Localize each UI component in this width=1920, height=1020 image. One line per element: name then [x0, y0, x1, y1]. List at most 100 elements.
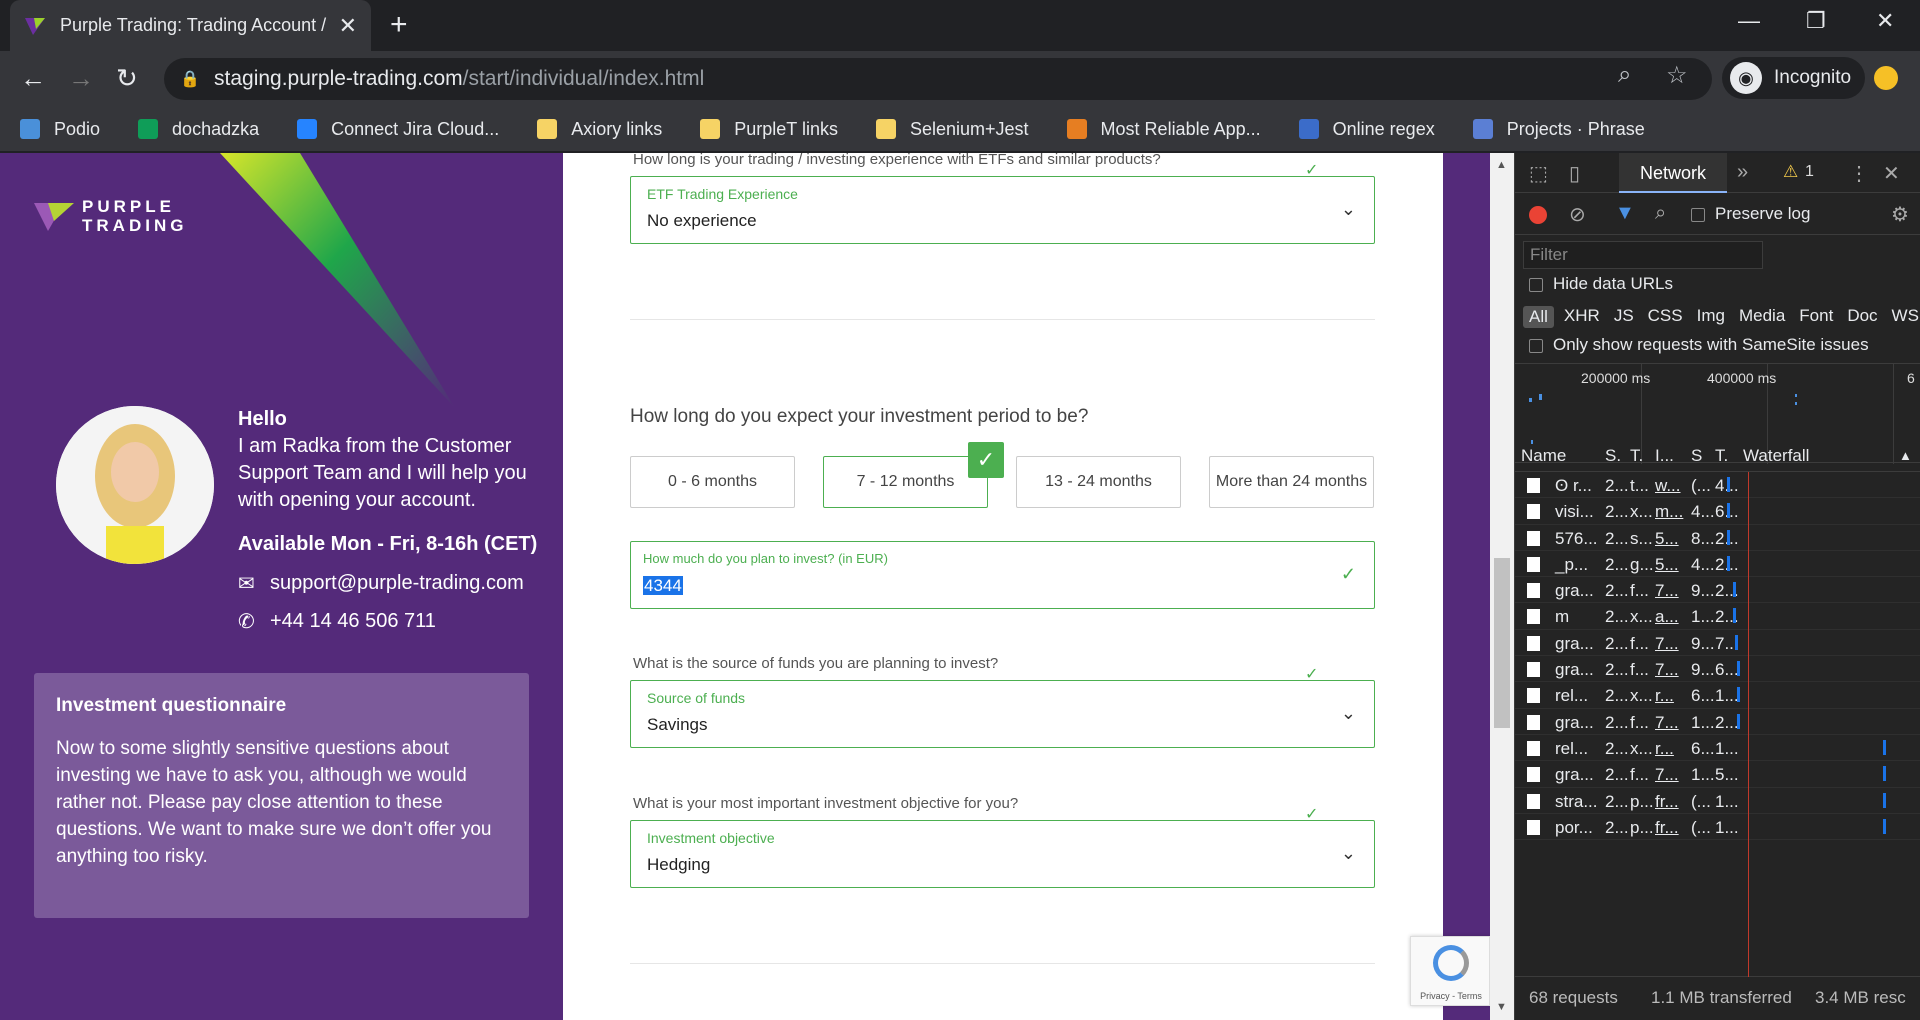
phone-link[interactable]: +44 14 46 506 711: [270, 610, 436, 633]
col-initiator[interactable]: I...: [1655, 446, 1674, 466]
table-row[interactable]: rel... 2... x... r... 6... 1...: [1515, 682, 1920, 709]
warning-count[interactable]: 1: [1805, 163, 1814, 181]
type-filter-media[interactable]: Media: [1739, 306, 1785, 328]
record-icon[interactable]: [1529, 206, 1547, 224]
recaptcha-badge[interactable]: Privacy - Terms: [1410, 936, 1490, 1006]
col-type[interactable]: T.: [1630, 446, 1643, 466]
objective-select[interactable]: Investment objective Hedging ⌄: [630, 820, 1375, 888]
email-contact[interactable]: ✉ support@purple-trading.com: [238, 571, 524, 596]
minimize-icon[interactable]: —: [1738, 8, 1760, 34]
col-size[interactable]: S: [1691, 446, 1702, 466]
sort-up-icon[interactable]: ▲: [1899, 448, 1912, 463]
table-row[interactable]: por... 2... p... fr... (... 1...: [1515, 814, 1920, 841]
close-devtools-icon[interactable]: ✕: [1883, 161, 1900, 186]
browser-tab[interactable]: Purple Trading: Trading Account / ... ✕: [10, 0, 371, 51]
table-cell[interactable]: 5...: [1655, 555, 1679, 575]
settings-gear-icon[interactable]: ⚙: [1891, 202, 1909, 227]
col-time[interactable]: T.: [1715, 446, 1728, 466]
recaptcha-terms[interactable]: Privacy - Terms: [1413, 991, 1489, 1001]
table-cell[interactable]: r...: [1655, 686, 1674, 706]
email-link[interactable]: support@purple-trading.com: [270, 572, 524, 595]
table-cell[interactable]: 7...: [1655, 581, 1679, 601]
period-option-0-6[interactable]: 0 - 6 months: [630, 456, 795, 508]
scroll-thumb[interactable]: [1494, 558, 1510, 728]
invest-amount-input[interactable]: How much do you plan to invest? (in EUR)…: [630, 541, 1375, 609]
purple-trading-logo[interactable]: PURPLE TRADING: [34, 197, 187, 235]
search-icon[interactable]: ⌕: [1655, 202, 1666, 225]
col-status[interactable]: S.: [1605, 446, 1621, 466]
bookmark-star-icon[interactable]: ☆: [1666, 61, 1688, 90]
type-filter-font[interactable]: Font: [1799, 306, 1833, 328]
period-option-13-24[interactable]: 13 - 24 months: [1016, 456, 1181, 508]
table-row[interactable]: 576...2...s...5...8...2...: [1515, 525, 1920, 551]
table-row[interactable]: m 2... x... a... 1... 2...: [1515, 603, 1920, 630]
type-filter-css[interactable]: CSS: [1648, 306, 1683, 328]
type-filter-xhr[interactable]: XHR: [1564, 306, 1600, 328]
type-filter-doc[interactable]: Doc: [1847, 306, 1877, 328]
clear-icon[interactable]: ⊘: [1569, 202, 1586, 227]
funds-source-select[interactable]: Source of funds Savings ⌄: [630, 680, 1375, 748]
table-row[interactable]: gra... 2... f... 7... 9... 7...: [1515, 630, 1920, 657]
filter-icon[interactable]: ▼: [1615, 202, 1635, 225]
table-cell[interactable]: fr...: [1655, 792, 1679, 812]
table-cell[interactable]: fr...: [1655, 818, 1679, 838]
zoom-icon[interactable]: ⌕: [1618, 61, 1631, 89]
table-row[interactable]: rel... 2... x... r... 6... 1...: [1515, 735, 1920, 762]
bookmark-item[interactable]: Axiory links: [537, 119, 662, 140]
phone-contact[interactable]: ✆ +44 14 46 506 711: [238, 609, 436, 634]
bookmark-item[interactable]: dochadzka: [138, 119, 259, 140]
type-filter-ws[interactable]: WS: [1892, 306, 1919, 328]
samesite-checkbox[interactable]: Only show requests with SameSite issues: [1529, 335, 1869, 355]
update-icon[interactable]: [1874, 66, 1898, 90]
type-filter-all[interactable]: All: [1523, 306, 1554, 328]
table-row[interactable]: stra... 2... p... fr... (... 1...: [1515, 788, 1920, 814]
table-cell[interactable]: 5...: [1655, 529, 1679, 549]
forward-icon[interactable]: →: [68, 63, 94, 94]
col-waterfall[interactable]: Waterfall: [1743, 446, 1809, 466]
bookmark-item[interactable]: Projects · Phrase: [1472, 119, 1645, 140]
period-option-24-plus[interactable]: More than 24 months: [1209, 456, 1374, 508]
inspect-element-icon[interactable]: ⬚: [1529, 161, 1548, 186]
col-name[interactable]: Name: [1521, 446, 1566, 466]
period-option-7-12[interactable]: 7 - 12 months: [823, 456, 988, 508]
table-row[interactable]: gra... 2... f... 7... 9... 6...: [1515, 656, 1920, 683]
page-scrollbar[interactable]: ▲ ▼: [1490, 153, 1514, 1020]
hide-data-urls-checkbox[interactable]: Hide data URLs: [1529, 274, 1673, 294]
table-row[interactable]: gra... 2... f... 7... 1... 5...: [1515, 761, 1920, 788]
table-cell[interactable]: 7...: [1655, 634, 1679, 654]
table-cell[interactable]: 7...: [1655, 713, 1679, 733]
kebab-menu-icon[interactable]: ⋮: [1849, 161, 1869, 186]
filter-input[interactable]: Filter: [1523, 241, 1763, 269]
new-tab-icon[interactable]: +: [390, 8, 408, 42]
bookmark-item[interactable]: Podio: [20, 119, 100, 140]
tab-network[interactable]: Network: [1619, 153, 1727, 193]
incognito-button[interactable]: ◉ Incognito: [1722, 57, 1866, 99]
table-cell[interactable]: r...: [1655, 739, 1674, 759]
tab-close-icon[interactable]: ✕: [339, 13, 357, 39]
bookmark-item[interactable]: Connect Jira Cloud...: [297, 119, 499, 140]
table-cell[interactable]: a...: [1655, 607, 1679, 627]
type-filter-img[interactable]: Img: [1697, 306, 1725, 328]
bookmark-item[interactable]: Most Reliable App...: [1066, 119, 1261, 140]
table-cell[interactable]: 7...: [1655, 765, 1679, 785]
table-row[interactable]: _p...2...g...5...4...2...: [1515, 551, 1920, 578]
preserve-log-checkbox[interactable]: Preserve log: [1691, 204, 1810, 224]
reload-icon[interactable]: ↻: [116, 63, 138, 94]
close-window-icon[interactable]: ✕: [1876, 8, 1894, 34]
etf-experience-select[interactable]: ETF Trading Experience No experience ⌄: [630, 176, 1375, 244]
table-cell[interactable]: w...: [1655, 476, 1681, 496]
restore-icon[interactable]: ❐: [1806, 8, 1826, 34]
table-row[interactable]: gra... 2... f... 7... 1... 2...: [1515, 709, 1920, 735]
address-bar[interactable]: 🔒 staging.purple-trading.com/start/indiv…: [164, 58, 1712, 100]
type-filter-js[interactable]: JS: [1614, 306, 1634, 328]
table-cell[interactable]: 7...: [1655, 660, 1679, 680]
scroll-down-icon[interactable]: ▼: [1496, 1001, 1507, 1013]
bookmark-item[interactable]: Online regex: [1298, 119, 1435, 140]
warning-icon[interactable]: ⚠: [1783, 162, 1798, 182]
table-row[interactable]: visi...2...x...m...4...6...: [1515, 498, 1920, 525]
table-row[interactable]: gra... 2... f... 7... 9... 2...: [1515, 577, 1920, 604]
bookmark-item[interactable]: Selenium+Jest: [875, 119, 1029, 140]
back-icon[interactable]: ←: [20, 63, 46, 94]
table-row[interactable]: ʘ r...2...t...w...(...4...: [1515, 472, 1920, 499]
table-cell[interactable]: m...: [1655, 502, 1683, 522]
